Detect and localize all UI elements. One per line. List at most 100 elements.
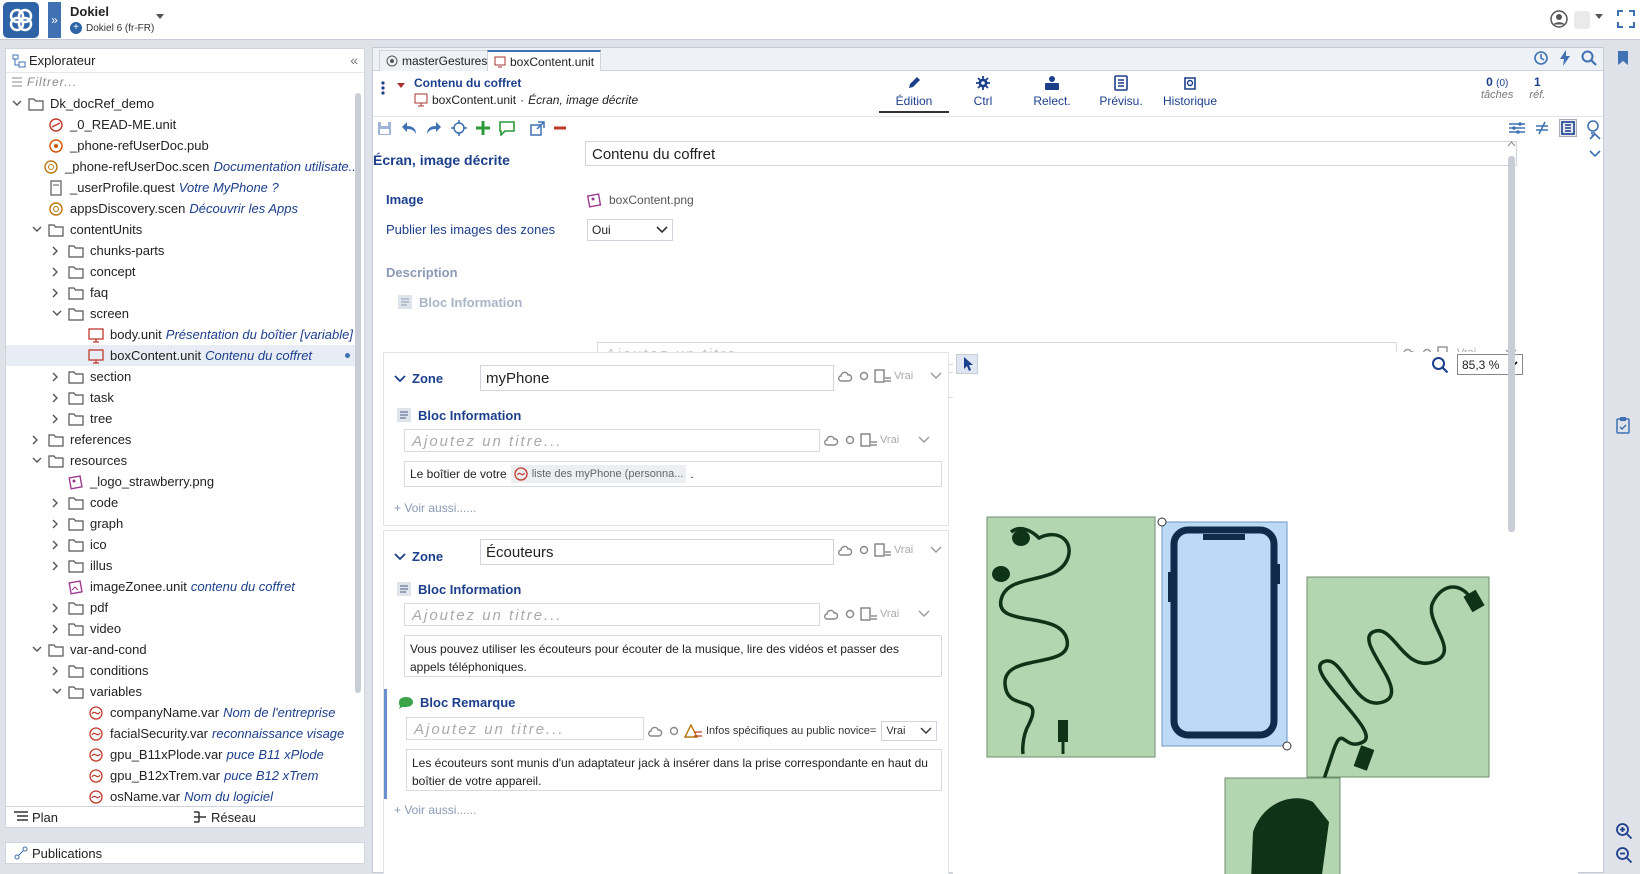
bookmark-icon[interactable] [1616, 50, 1630, 66]
chevron-down-icon[interactable] [394, 374, 406, 383]
theme-cloud-icon[interactable] [838, 369, 854, 383]
condition-field[interactable]: Vrai [874, 543, 913, 557]
tree-item[interactable]: graph [6, 513, 356, 534]
tree-item[interactable]: ico [6, 534, 356, 555]
chevron-down-icon[interactable] [52, 310, 64, 317]
see-also-link[interactable]: + Voir aussi...... [394, 803, 476, 817]
tree-item[interactable]: _phone-refUserDoc.pub [6, 135, 356, 156]
tree-item[interactable]: boxContent.unit Contenu du coffret [6, 345, 356, 366]
block-title-input[interactable]: Ajoutez un titre... [404, 603, 820, 626]
chevron-down-icon[interactable] [918, 610, 930, 618]
image-field[interactable]: boxContent.png [587, 192, 694, 208]
tree-item[interactable]: task [6, 387, 356, 408]
tree-item[interactable]: conditions [6, 660, 356, 681]
circle-icon[interactable] [859, 371, 869, 381]
not-equal-icon[interactable] [1535, 121, 1549, 135]
tree-item[interactable]: facialSecurity.var reconnaissance visage [6, 723, 356, 744]
chevron-down-icon[interactable] [1595, 14, 1603, 20]
mode-tab[interactable]: Édition [879, 75, 949, 113]
circle-icon[interactable] [669, 726, 679, 736]
redo-icon[interactable] [426, 121, 442, 135]
chevron-right-icon[interactable] [52, 666, 64, 676]
see-also-link[interactable]: + Voir aussi...... [394, 501, 476, 515]
tree-item[interactable]: companyName.var Nom de l'entreprise [6, 702, 356, 723]
tree-item[interactable]: tree [6, 408, 356, 429]
condition-field[interactable]: Vrai [860, 607, 899, 621]
zoom-icon[interactable] [1431, 356, 1449, 374]
tree-item[interactable]: _0_READ-ME.unit [6, 114, 356, 135]
explorer-scrollbar[interactable] [355, 93, 361, 693]
circle-icon[interactable] [859, 545, 869, 555]
chevron-down-icon[interactable] [32, 646, 44, 653]
tree-item[interactable]: resources [6, 450, 356, 471]
tree-item[interactable]: gpu_B11xPlode.var puce B11 xPlode [6, 744, 356, 765]
block-text-area[interactable]: Le boîtier de votre liste des myPhone (p… [404, 461, 942, 487]
remark-text-area[interactable]: Les écouteurs sont munis d'un adaptateur… [406, 749, 942, 791]
collapse-panel-icon[interactable]: « [350, 52, 358, 68]
tree-item[interactable]: chunks-parts [6, 240, 356, 261]
theme-cloud-icon[interactable] [838, 543, 854, 557]
tree-item[interactable]: _phone-refUserDoc.scen Documentation util… [6, 156, 356, 177]
circle-icon[interactable] [845, 435, 855, 445]
chevron-right-icon[interactable] [52, 267, 64, 277]
lightning-icon[interactable] [1559, 50, 1571, 66]
tree-item[interactable]: pdf [6, 597, 356, 618]
tree-item[interactable]: imageZonee.unit contenu du coffret [6, 576, 356, 597]
mode-tab[interactable]: Historique [1155, 75, 1225, 113]
content-scrollbar-thumb[interactable] [1508, 156, 1515, 532]
chevron-up-icon[interactable] [1589, 132, 1601, 140]
tab-reseau[interactable]: Réseau [185, 810, 364, 825]
chevron-down-icon[interactable] [12, 100, 24, 107]
zone-name-input[interactable]: myPhone [480, 365, 834, 391]
audience-condition-select[interactable]: Vrai [881, 721, 938, 741]
mode-tab[interactable]: Relect. [1017, 75, 1087, 113]
refs-count[interactable]: 1 réf. [1529, 75, 1545, 101]
settings-sliders-icon[interactable] [1509, 121, 1525, 135]
chevron-down-icon[interactable] [32, 457, 44, 464]
tree-item[interactable]: video [6, 618, 356, 639]
condition-field[interactable]: Vrai [874, 369, 913, 383]
app-logo-icon[interactable] [3, 2, 39, 38]
publications-button[interactable]: Publications [5, 842, 365, 864]
zoom-in-icon[interactable] [1615, 822, 1633, 840]
chevron-down-icon[interactable] [918, 436, 930, 444]
mode-tab[interactable]: Prévisu. [1086, 75, 1156, 113]
zone-phone[interactable] [1157, 517, 1292, 751]
tree-item[interactable]: illus [6, 555, 356, 576]
tree-item[interactable]: contentUnits [6, 219, 356, 240]
tree-item[interactable]: screen [6, 303, 356, 324]
chevron-right-icon[interactable] [52, 561, 64, 571]
filter-input[interactable]: Filtrer... [6, 73, 364, 91]
block-title-input[interactable]: Ajoutez un titre... [404, 429, 820, 452]
chevron-right-icon[interactable] [52, 603, 64, 613]
tree-item[interactable]: variables [6, 681, 356, 702]
chevron-right-icon[interactable] [52, 288, 64, 298]
zone-name-input[interactable]: Écouteurs [480, 539, 834, 565]
tree-item[interactable]: section [6, 366, 356, 387]
chevron-down-icon[interactable] [930, 546, 942, 554]
tree-item[interactable]: body.unit Présentation du boîtier [variab… [6, 324, 356, 345]
more-options-icon[interactable] [381, 81, 385, 95]
zone-charger[interactable] [1224, 777, 1341, 874]
theme-cloud-icon[interactable] [824, 607, 840, 621]
chevron-down-icon[interactable] [156, 14, 164, 20]
history-icon[interactable] [1533, 50, 1549, 66]
theme-cloud-icon[interactable] [648, 724, 664, 738]
chevron-right-icon[interactable] [52, 246, 64, 256]
remove-icon[interactable] [554, 122, 566, 134]
chevron-right-icon[interactable] [52, 540, 64, 550]
chevron-right-icon[interactable] [52, 372, 64, 382]
undo-icon[interactable] [401, 121, 417, 135]
zone-earphones-left[interactable] [986, 516, 1156, 758]
tab-plan[interactable]: Plan [6, 810, 185, 825]
tree-item[interactable]: _userProfile.quest Votre MyPhone ? [6, 177, 356, 198]
chevron-right-icon[interactable] [52, 624, 64, 634]
tree-item[interactable]: concept [6, 261, 356, 282]
search-icon[interactable] [1581, 50, 1597, 66]
chevron-right-icon[interactable] [52, 498, 64, 508]
avatar[interactable] [1574, 11, 1590, 29]
condition-field[interactable]: Vrai [860, 433, 899, 447]
chevron-down-icon[interactable] [32, 226, 44, 233]
tab-boxcontent[interactable]: boxContent.unit [487, 50, 602, 71]
save-icon[interactable] [377, 121, 392, 136]
